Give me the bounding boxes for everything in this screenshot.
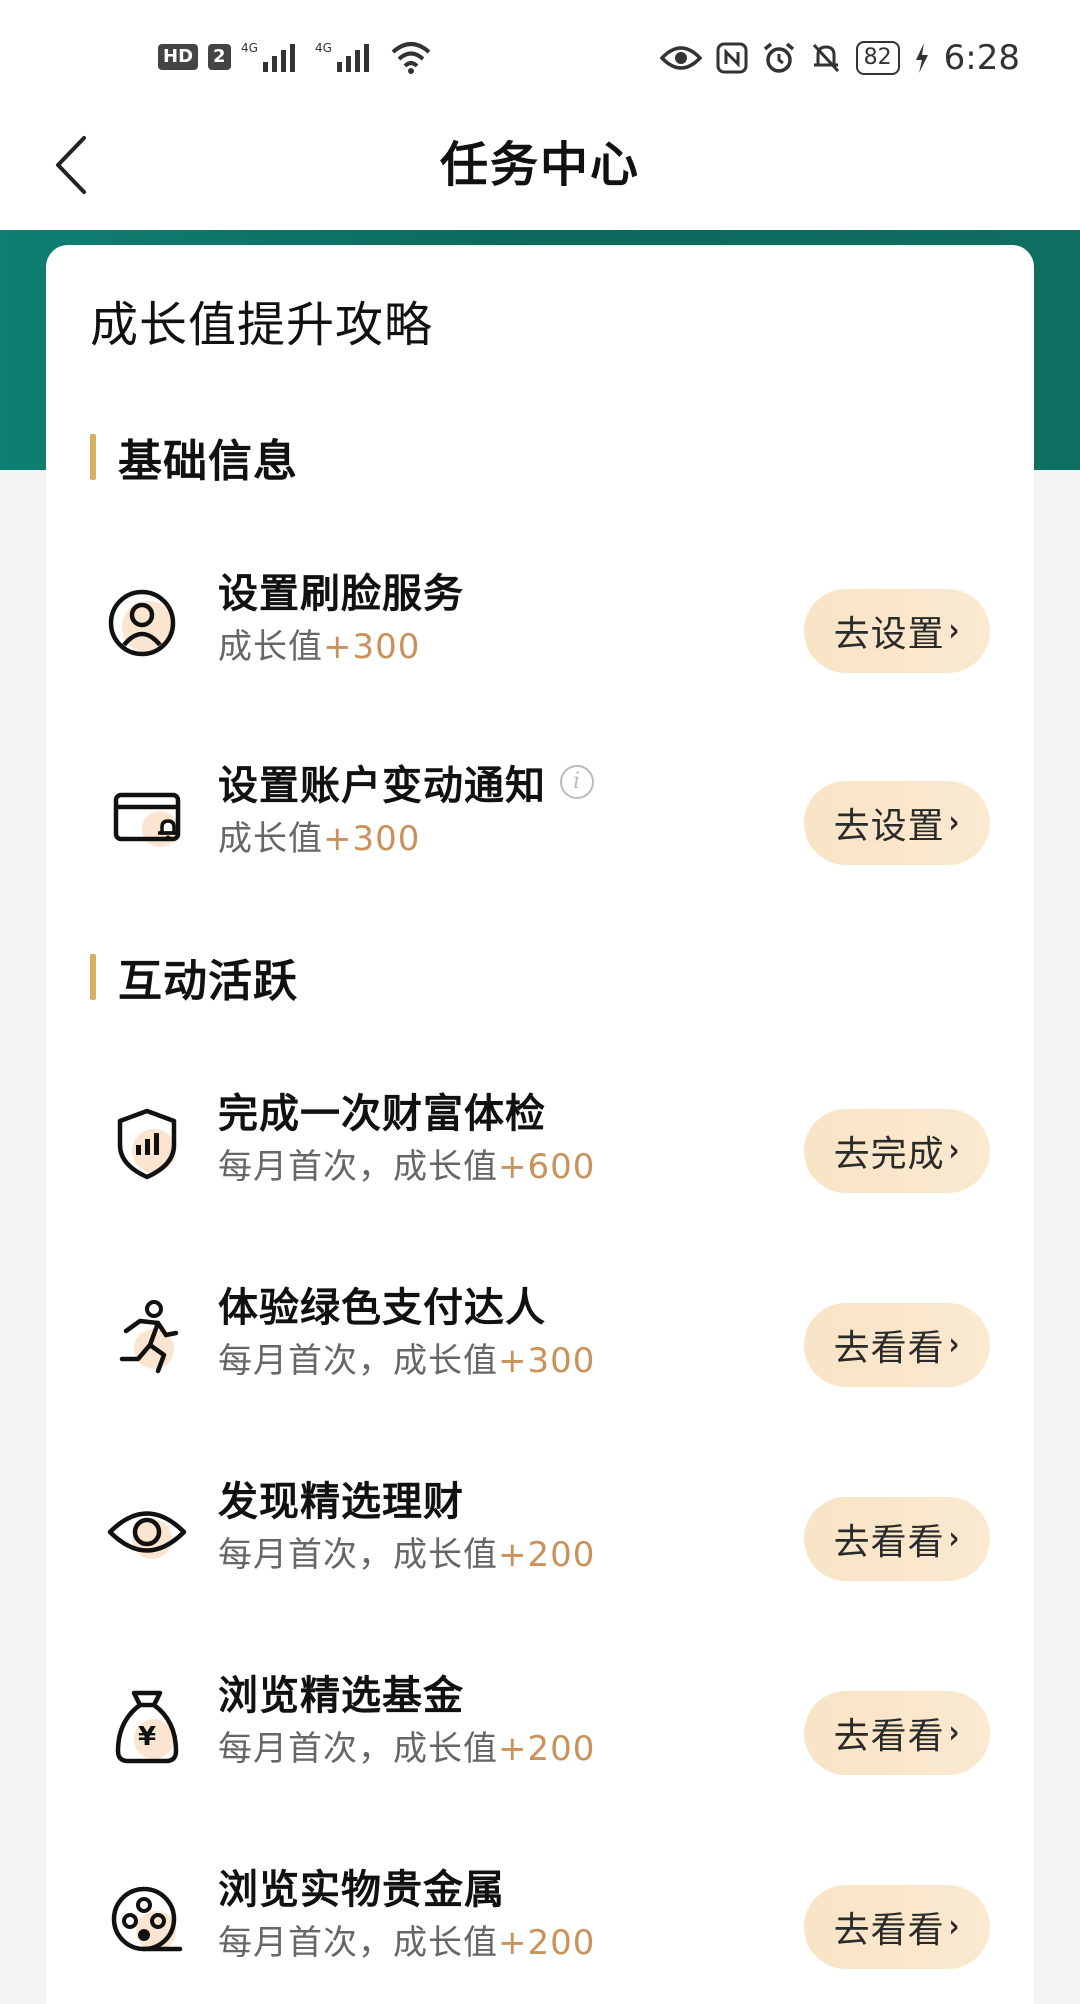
task-row-funds: ¥ 浏览精选基金 每月首次，成长值+200 去看看 ›	[46, 1655, 1034, 1795]
section-label: 互动活跃	[118, 956, 298, 1007]
eye-status-icon	[659, 46, 702, 70]
film-reel-icon	[102, 1875, 192, 1965]
info-icon[interactable]: i	[560, 765, 594, 799]
chevron-right-icon: ›	[948, 805, 961, 841]
section-marker	[90, 434, 96, 480]
section-label: 基础信息	[118, 436, 298, 487]
growth-strategy-card: 成长值提升攻略 基础信息 设置刷脸服务 成长值+300 去设置 › 设置账户变动通…	[46, 245, 1034, 2004]
charging-icon	[915, 43, 928, 73]
task-row-face-id: 设置刷脸服务 成长值+300 去设置 ›	[46, 553, 1034, 693]
task-title: 浏览实物贵金属	[218, 1867, 505, 1913]
alarm-icon	[763, 42, 794, 73]
signal-icon-2: 4G	[315, 41, 369, 72]
task-reward: 每月首次，成长值+200	[218, 1535, 596, 1575]
task-reward: 每月首次，成长值+300	[218, 1341, 596, 1381]
svg-text:4G: 4G	[315, 41, 332, 55]
go-look-button[interactable]: 去看看 ›	[804, 1885, 990, 1969]
chevron-right-icon: ›	[948, 1715, 961, 1751]
card-bell-icon	[102, 771, 192, 861]
signal-icon: 4G	[241, 41, 295, 72]
go-look-button[interactable]: 去看看 ›	[804, 1497, 990, 1581]
task-row-account-notice: 设置账户变动通知 i 成长值+300 去设置 ›	[46, 745, 1034, 885]
status-right: 82 6:28	[659, 38, 1020, 78]
status-left: HD 2 4G 4G	[158, 40, 433, 74]
go-setup-button[interactable]: 去设置 ›	[804, 781, 990, 865]
task-reward: 每月首次，成长值+200	[218, 1729, 596, 1769]
status-bar: HD 2 4G 4G 82 6:28	[0, 0, 1080, 100]
task-title: 设置账户变动通知 i	[218, 753, 594, 811]
wifi-icon	[391, 42, 430, 74]
task-title: 发现精选理财	[218, 1479, 464, 1525]
task-row-wealth-check: 完成一次财富体检 每月首次，成长值+600 去完成 ›	[46, 1073, 1034, 1213]
face-id-icon	[102, 579, 192, 669]
section-marker	[90, 954, 96, 1000]
svg-text:¥: ¥	[138, 1722, 156, 1752]
section-interaction: 互动活跃	[90, 945, 298, 1009]
chevron-right-icon: ›	[948, 1521, 961, 1557]
hd-badge: HD	[158, 44, 199, 70]
chevron-right-icon: ›	[948, 1327, 961, 1363]
task-row-green-pay: 体验绿色支付达人 每月首次，成长值+300 去看看 ›	[46, 1267, 1034, 1407]
task-reward: 成长值+300	[218, 819, 421, 859]
task-title: 体验绿色支付达人	[218, 1285, 546, 1331]
go-look-button[interactable]: 去看看 ›	[804, 1691, 990, 1775]
shield-chart-icon	[102, 1099, 192, 1189]
task-title: 完成一次财富体检	[218, 1091, 546, 1137]
task-reward: 每月首次，成长值+600	[218, 1147, 596, 1187]
chevron-right-icon: ›	[948, 1133, 961, 1169]
task-title: 设置刷脸服务	[218, 571, 464, 617]
eye-icon	[102, 1487, 192, 1577]
chevron-right-icon: ›	[948, 613, 961, 649]
task-row-wealth-products: 发现精选理财 每月首次，成长值+200 去看看 ›	[46, 1461, 1034, 1601]
task-reward: 每月首次，成长值+200	[218, 1923, 596, 1963]
svg-text:4G: 4G	[241, 41, 258, 55]
chevron-right-icon: ›	[948, 1909, 961, 1945]
go-look-button[interactable]: 去看看 ›	[804, 1303, 990, 1387]
section-basic-info: 基础信息	[90, 425, 298, 489]
mute-icon	[812, 43, 839, 73]
money-bag-icon: ¥	[102, 1681, 192, 1771]
go-setup-button[interactable]: 去设置 ›	[804, 589, 990, 673]
task-title: 浏览精选基金	[218, 1673, 464, 1719]
go-complete-button[interactable]: 去完成 ›	[804, 1109, 990, 1193]
nfc-icon	[716, 42, 748, 74]
task-reward: 成长值+300	[218, 627, 421, 667]
page-title: 任务中心	[439, 137, 640, 193]
nav-bar: 任务中心	[0, 100, 1080, 230]
card-title: 成长值提升攻略	[90, 297, 434, 353]
task-row-precious-metals: 浏览实物贵金属 每月首次，成长值+200 去看看 ›	[46, 1849, 1034, 1989]
running-person-icon	[102, 1293, 192, 1383]
clock: 6:28	[943, 38, 1020, 78]
battery-indicator: 82	[855, 41, 900, 75]
sim-badge: 2	[208, 44, 231, 70]
